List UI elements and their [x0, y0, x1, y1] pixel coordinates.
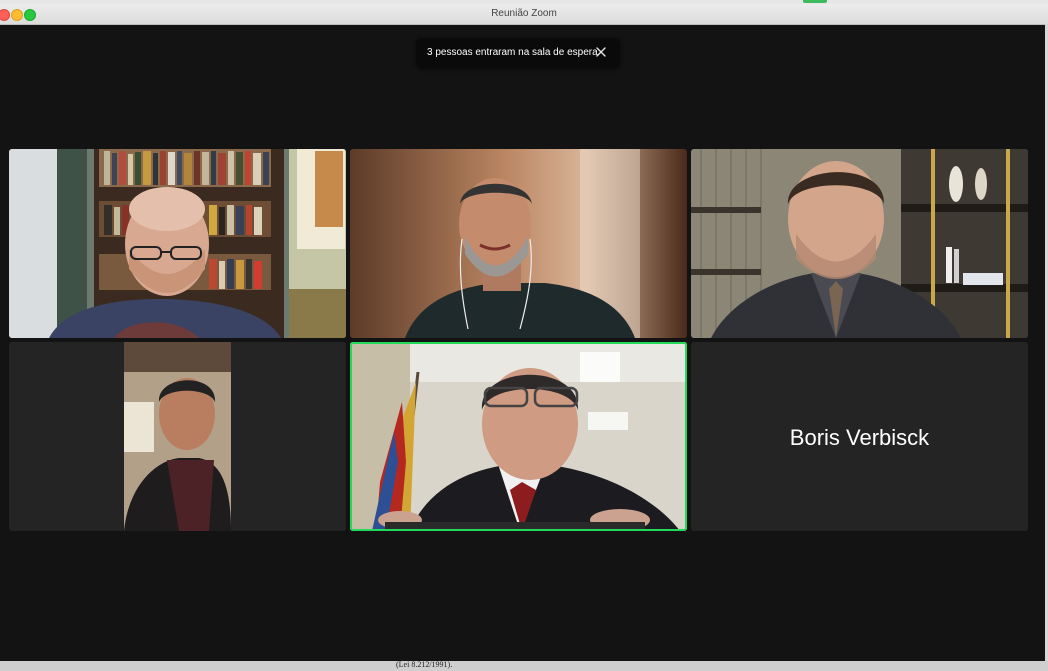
participant-video-tile-3[interactable] — [691, 149, 1028, 338]
background-document-text: (Lei 8.212/1991). — [396, 660, 453, 669]
participant-name: Boris Verbisck — [789, 425, 930, 450]
participant-video-tile-5[interactable] — [350, 342, 687, 531]
background-document-strip — [0, 661, 1048, 671]
menubar-indicator — [803, 0, 827, 3]
title-bar: Reunião Zoom — [0, 4, 1048, 25]
participant-video-4 — [9, 342, 346, 531]
window-title: Reunião Zoom — [491, 8, 557, 19]
participant-video-2 — [350, 149, 687, 338]
participant-video-tile-2[interactable] — [350, 149, 687, 338]
waiting-room-notification[interactable]: 3 pessoas entraram na sala de espera — [416, 38, 620, 68]
close-icon[interactable] — [593, 44, 609, 60]
notification-message: 3 pessoas entraram na sala de espera — [427, 47, 598, 58]
participant-video-3 — [691, 149, 1028, 338]
participant-video-tile-1[interactable] — [9, 149, 346, 338]
zoom-window: Reunião Zoom 3 pessoas entraram na sala … — [0, 0, 1048, 671]
participant-video-1 — [9, 149, 346, 338]
participant-video-5 — [350, 342, 687, 531]
participant-video-tile-4[interactable] — [9, 342, 346, 531]
participant-tile-6[interactable]: Boris Verbisck — [691, 342, 1028, 531]
